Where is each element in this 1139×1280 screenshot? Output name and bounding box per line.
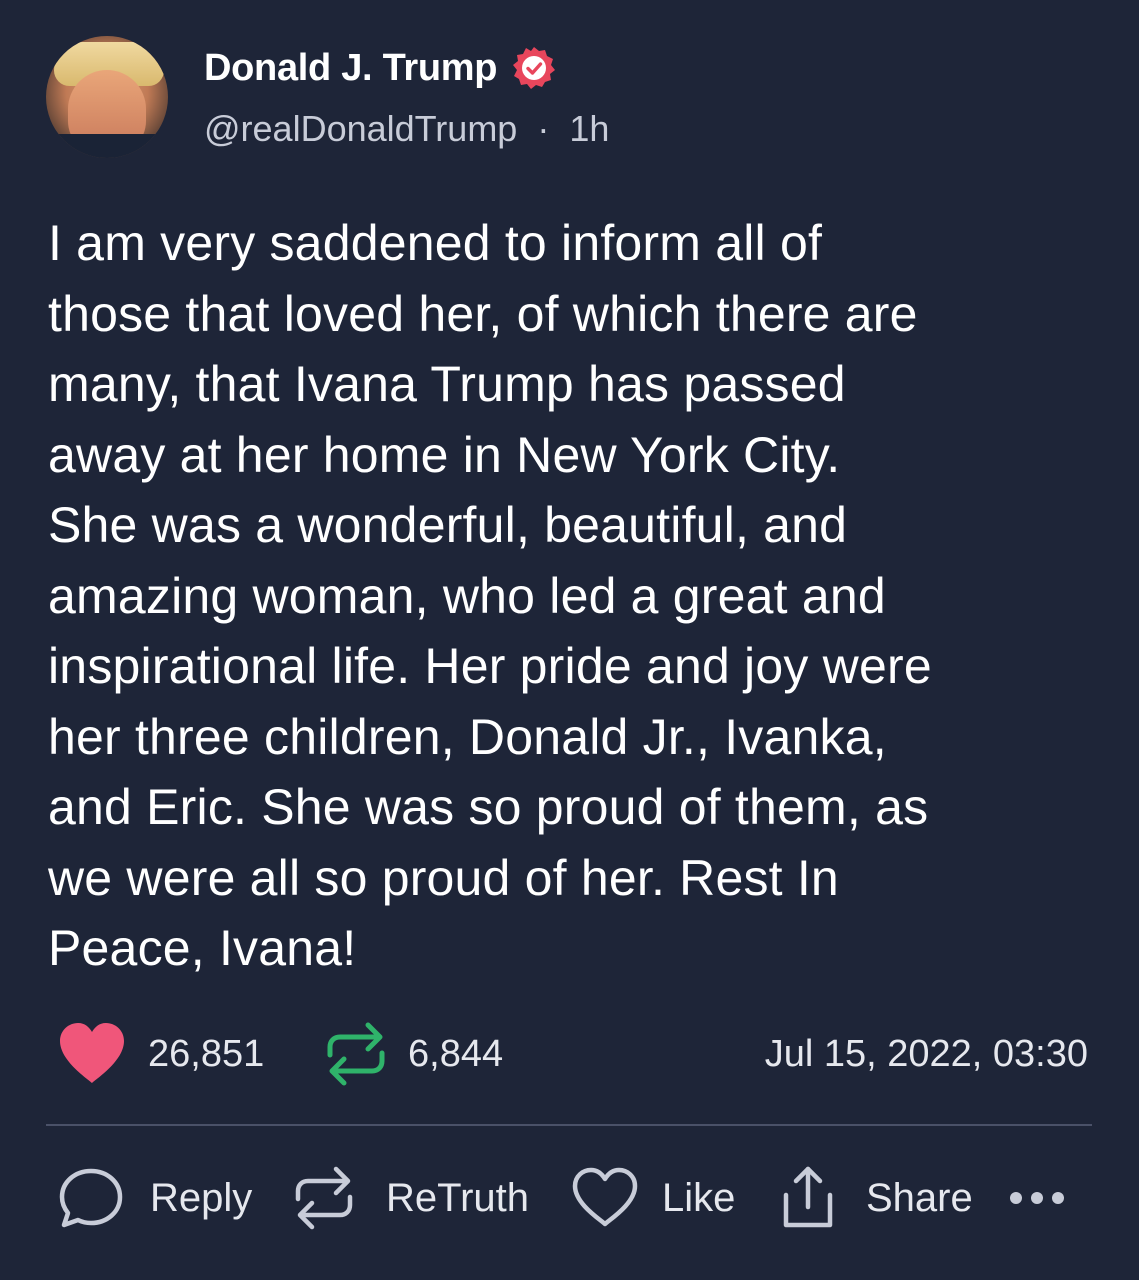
more-dot-icon <box>1052 1192 1064 1204</box>
author-display-name[interactable]: Donald J. Trump <box>204 47 498 90</box>
post-stats: 26,851 6,844 Jul 15, 2022, 03:30 <box>56 1018 1096 1090</box>
post-line: and Eric. She was so proud of them, as <box>48 779 929 835</box>
reply-label: Reply <box>150 1175 253 1220</box>
handle-separator: · <box>537 108 550 149</box>
share-icon <box>783 1166 833 1228</box>
post-line: those that loved her, of which there are <box>48 285 918 342</box>
divider <box>46 1124 1092 1126</box>
reply-icon <box>59 1168 123 1228</box>
post-line: She was a wonderful, beautiful, and <box>48 497 848 553</box>
retruths-stat[interactable]: 6,844 <box>324 1018 503 1090</box>
post-card: Donald J. Trump @realDonaldTrump · 1h I … <box>0 0 1139 1280</box>
share-button[interactable]: Share <box>778 1160 973 1236</box>
post-line: I am very saddened to inform all of <box>48 215 823 271</box>
author-name-row: Donald J. Trump <box>204 44 557 92</box>
post-line: Peace, Ivana! <box>48 920 357 976</box>
more-dot-icon <box>1031 1192 1043 1204</box>
author-handle-row: @realDonaldTrump · 1h <box>204 108 609 150</box>
avatar-suit <box>46 134 168 158</box>
post-body: I am very saddened to inform all of thos… <box>48 208 1108 984</box>
action-bar: Reply ReTruth Like Share <box>58 1160 1098 1236</box>
more-options-button[interactable] <box>1010 1160 1064 1236</box>
retruths-count: 6,844 <box>408 1032 504 1075</box>
author-avatar[interactable] <box>46 36 168 158</box>
retruth-icon <box>295 1166 353 1230</box>
like-label: Like <box>662 1175 736 1220</box>
reply-button[interactable]: Reply <box>58 1160 252 1236</box>
post-line: amazing woman, who led a great and <box>48 567 886 624</box>
post-line: we were all so proud of her. Rest In <box>48 849 839 906</box>
post-line: away at her home in New York City. <box>48 426 841 483</box>
more-dot-icon <box>1010 1192 1022 1204</box>
author-handle[interactable]: @realDonaldTrump <box>204 108 517 149</box>
likes-count: 26,851 <box>148 1032 265 1075</box>
retruth-label: ReTruth <box>386 1175 530 1220</box>
post-line: inspirational life. Her pride and joy we… <box>48 638 932 694</box>
verified-badge-icon <box>513 47 556 89</box>
post-time-ago: 1h <box>569 108 610 149</box>
post-timestamp: Jul 15, 2022, 03:30 <box>764 1033 1088 1075</box>
heart-filled-icon <box>60 1023 124 1083</box>
post-line: her three children, Donald Jr., Ivanka, <box>48 708 887 765</box>
heart-outline-icon <box>572 1167 638 1227</box>
post-line: many, that Ivana Trump has passed <box>48 356 846 412</box>
likes-stat[interactable]: 26,851 <box>56 1018 264 1090</box>
like-button[interactable]: Like <box>570 1160 735 1236</box>
retruth-button[interactable]: ReTruth <box>292 1160 529 1236</box>
share-label: Share <box>866 1175 973 1220</box>
retruth-green-icon <box>327 1022 385 1086</box>
